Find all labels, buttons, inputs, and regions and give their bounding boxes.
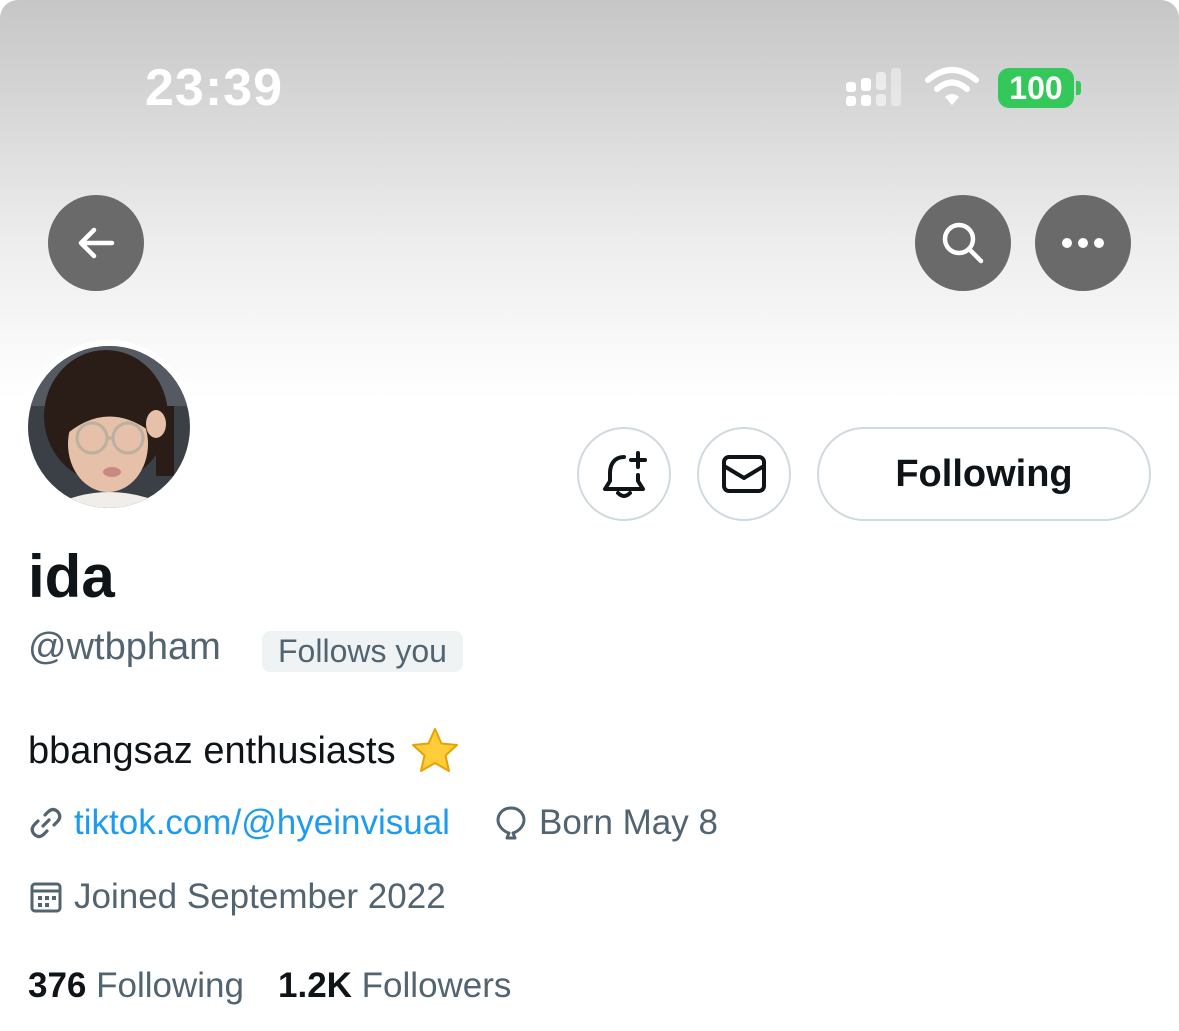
battery-tip bbox=[1076, 81, 1081, 95]
envelope-icon bbox=[722, 455, 766, 493]
followers-count: 1.2K bbox=[278, 966, 352, 1005]
bio-text: bbangsaz enthusiasts bbox=[28, 729, 396, 772]
display-name: ida bbox=[28, 543, 115, 610]
bell-plus-icon bbox=[603, 451, 647, 498]
follows-you-badge: Follows you bbox=[262, 631, 463, 672]
back-arrow-icon bbox=[78, 227, 115, 259]
more-icon bbox=[1062, 238, 1104, 248]
message-button[interactable] bbox=[697, 427, 791, 521]
notifications-button[interactable] bbox=[577, 427, 671, 521]
balloon-icon bbox=[496, 806, 526, 840]
birthday-text: Born May 8 bbox=[539, 803, 718, 842]
avatar-photo bbox=[28, 346, 190, 508]
status-time: 23:39 bbox=[145, 59, 283, 117]
star-emoji bbox=[411, 728, 458, 772]
joined-text: Joined September 2022 bbox=[74, 877, 446, 916]
followers-stat[interactable]: 1.2K Followers bbox=[278, 966, 511, 1006]
signal-icon bbox=[846, 68, 901, 106]
joined-row: Joined September 2022 bbox=[28, 877, 446, 917]
following-button[interactable]: Following bbox=[817, 427, 1151, 521]
website-link[interactable]: tiktok.com/@hyeinvisual bbox=[74, 803, 450, 843]
following-stat[interactable]: 376 Following bbox=[28, 966, 244, 1006]
website-row: tiktok.com/@hyeinvisual bbox=[28, 803, 450, 843]
bio: bbangsaz enthusiasts bbox=[28, 726, 460, 776]
calendar-icon bbox=[30, 882, 62, 913]
followers-label: Followers bbox=[361, 966, 512, 1005]
birthday-row: Born May 8 bbox=[493, 803, 718, 843]
wifi-icon bbox=[925, 67, 979, 105]
following-label: Following bbox=[96, 966, 244, 1005]
user-handle: @wtbpham bbox=[28, 626, 221, 668]
back-button[interactable] bbox=[48, 195, 144, 291]
more-button[interactable] bbox=[1035, 195, 1131, 291]
search-icon bbox=[942, 222, 984, 264]
link-icon bbox=[30, 807, 62, 839]
battery-icon: 100 bbox=[998, 68, 1074, 108]
search-button[interactable] bbox=[915, 195, 1011, 291]
avatar[interactable] bbox=[28, 346, 190, 508]
following-count: 376 bbox=[28, 966, 87, 1005]
